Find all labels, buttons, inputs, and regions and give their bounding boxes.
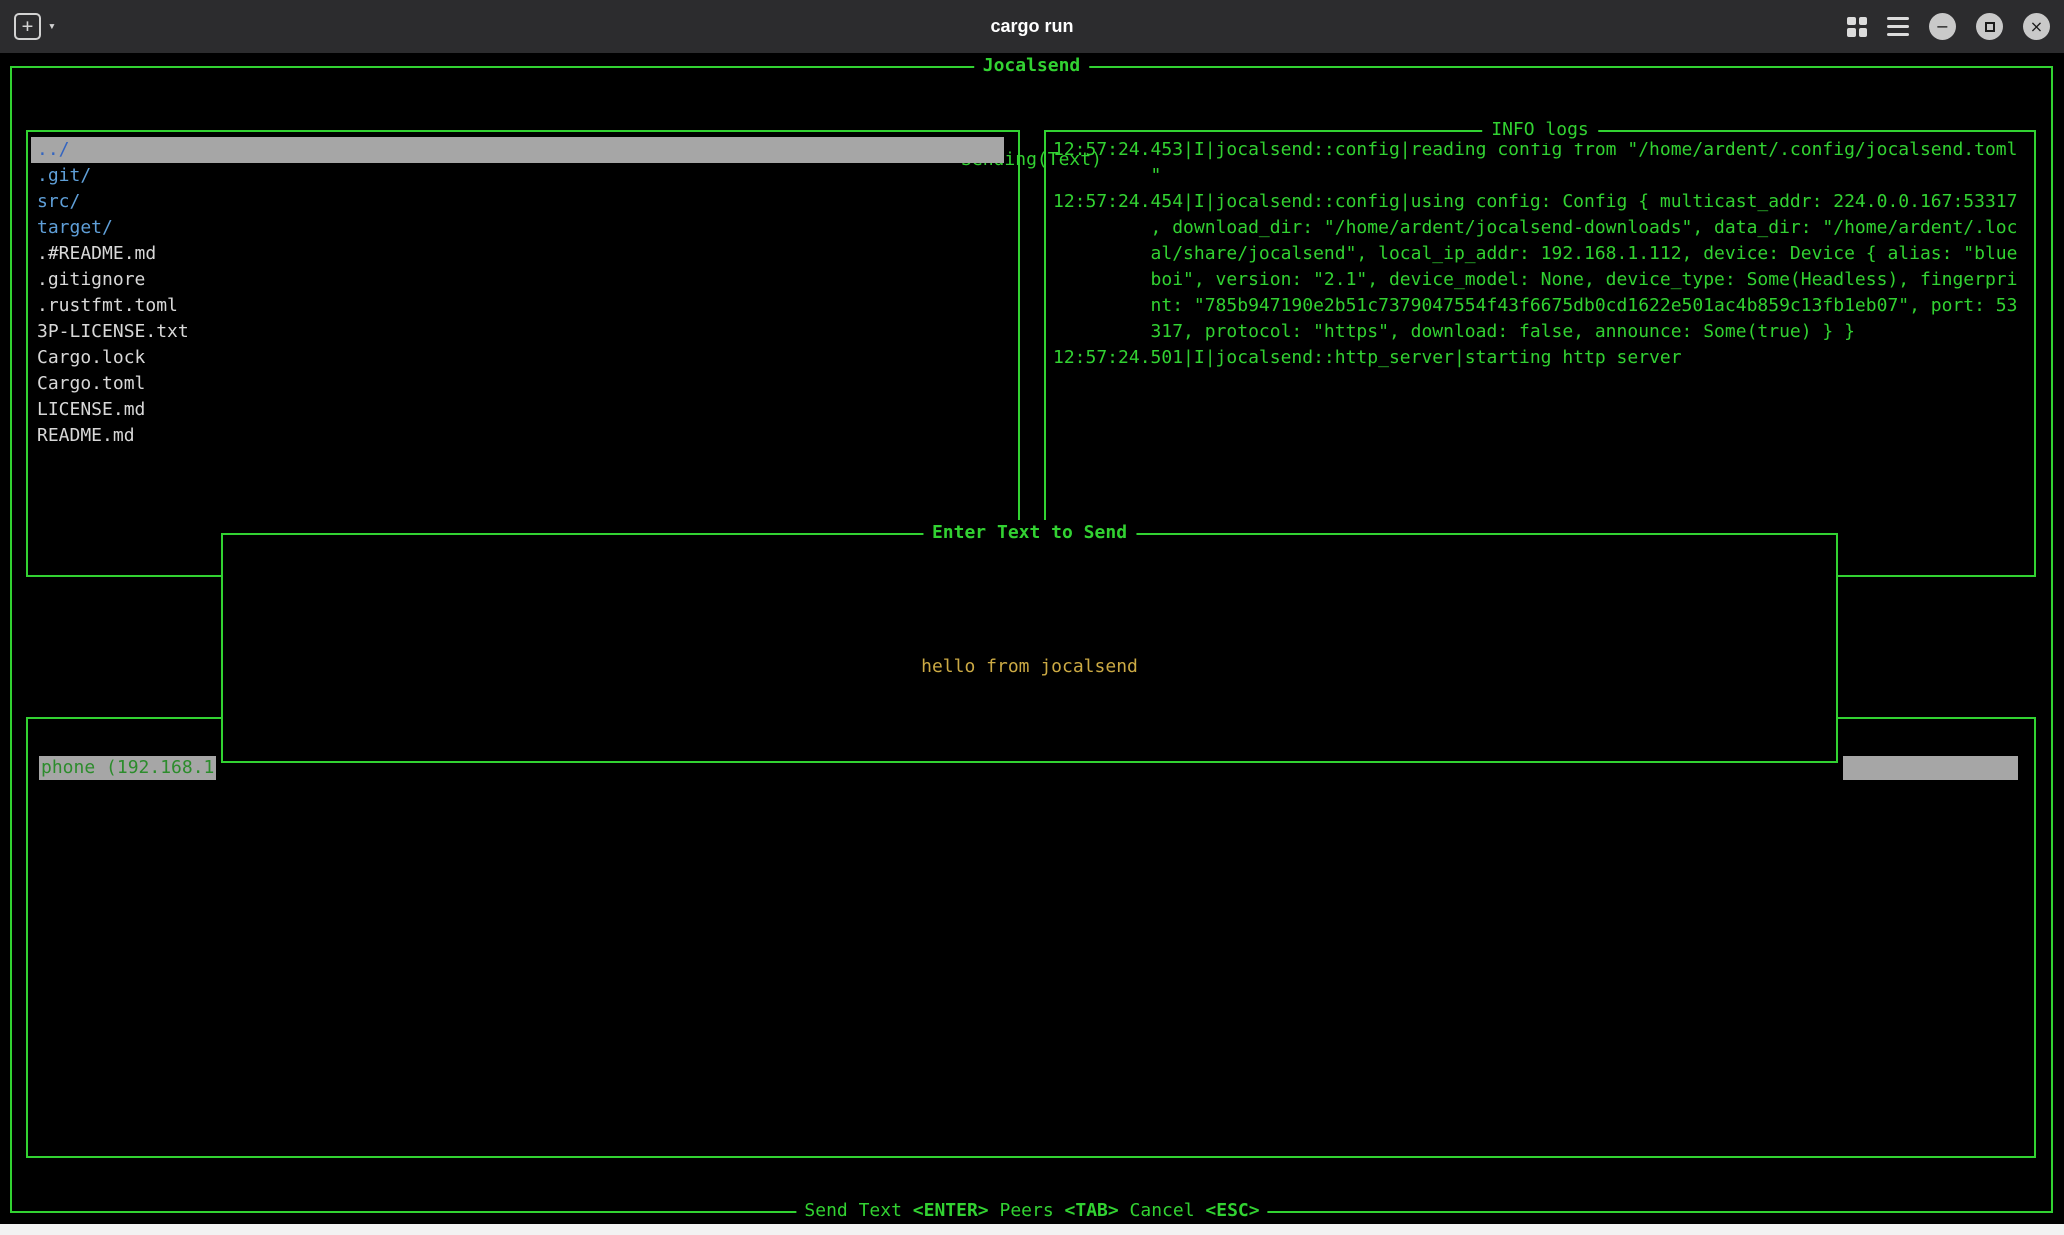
file-item[interactable]: target/ [31, 215, 1004, 241]
tab-grid-icon[interactable] [1847, 17, 1867, 37]
app-title: Jocalsend [974, 53, 1090, 79]
log-line: 12:57:24.501|I|jocalsend::http_server|st… [1053, 345, 2034, 371]
file-item[interactable]: Cargo.toml [31, 371, 1004, 397]
file-item[interactable]: .gitignore [31, 267, 1004, 293]
info-logs-panel: INFO logs 12:57:24.453|I|jocalsend::conf… [1044, 130, 2036, 577]
minimize-icon: − [1936, 19, 1949, 35]
file-item[interactable]: 3P-LICENSE.txt [31, 319, 1004, 345]
hint-peers-key: <TAB> [1065, 1200, 1119, 1221]
maximize-icon [1985, 22, 1995, 32]
file-browser-panel: ../ .git/ src/ target/ .#README.md .giti… [26, 130, 1020, 577]
log-line: al/share/jocalsend", local_ip_addr: 192.… [1053, 241, 2034, 267]
file-item[interactable]: .rustfmt.toml [31, 293, 1004, 319]
file-item[interactable]: Cargo.lock [31, 345, 1004, 371]
window-title: cargo run [0, 0, 2064, 53]
maximize-button[interactable] [1976, 13, 2003, 40]
log-line: boi", version: "2.1", device_model: None… [1053, 267, 2034, 293]
text-input-content[interactable]: hello from jocalsend [223, 654, 1836, 680]
minimize-button[interactable]: − [1929, 13, 1956, 40]
titlebar: + ▾ cargo run − × [0, 0, 2064, 53]
hint-send-text-label: Send Text [804, 1200, 902, 1221]
hint-peers-label: Peers [999, 1200, 1053, 1221]
log-line: nt: "785b947190e2b51c7379047554f43f6675d… [1053, 293, 2034, 319]
log-output: 12:57:24.453|I|jocalsend::config|reading… [1046, 132, 2034, 371]
file-item[interactable]: .git/ [31, 163, 1004, 189]
log-line: 317, protocol: "https", download: false,… [1053, 319, 2034, 345]
log-line: 12:57:24.454|I|jocalsend::config|using c… [1053, 189, 2034, 215]
hamburger-menu-icon[interactable] [1887, 17, 1909, 36]
file-item[interactable]: .#README.md [31, 241, 1004, 267]
file-item[interactable]: src/ [31, 189, 1004, 215]
log-panel-title: INFO logs [1482, 117, 1598, 143]
file-item[interactable]: LICENSE.md [31, 397, 1004, 423]
terminal-window: + ▾ cargo run − × Jocalsend Sending(T [0, 0, 2064, 1235]
send-text-modal: Enter Text to Send hello from jocalsend [221, 533, 1838, 763]
titlebar-right-controls: − × [1847, 0, 2050, 53]
footer-hints: Send Text <ENTER> Peers <TAB> Cancel <ES… [796, 1198, 1267, 1224]
log-line: , download_dir: "/home/ardent/jocalsend-… [1053, 215, 2034, 241]
hint-send-text-key: <ENTER> [913, 1200, 989, 1221]
close-button[interactable]: × [2023, 13, 2050, 40]
hint-cancel-label: Cancel [1130, 1200, 1195, 1221]
peer-row-selected[interactable]: phone (192.168.1 [39, 756, 216, 780]
file-list: ../ .git/ src/ target/ .#README.md .giti… [28, 132, 1018, 449]
file-item[interactable]: ../ [31, 137, 1004, 163]
close-icon: × [2030, 19, 2043, 35]
modal-title: Enter Text to Send [923, 520, 1136, 546]
peer-row-highlight-right[interactable] [1843, 756, 2018, 780]
hint-cancel-key: <ESC> [1205, 1200, 1259, 1221]
file-item[interactable]: README.md [31, 423, 1004, 449]
peers-panel [26, 717, 2036, 1158]
log-line: " [1053, 163, 2034, 189]
window-bottom-edge [0, 1224, 2064, 1235]
